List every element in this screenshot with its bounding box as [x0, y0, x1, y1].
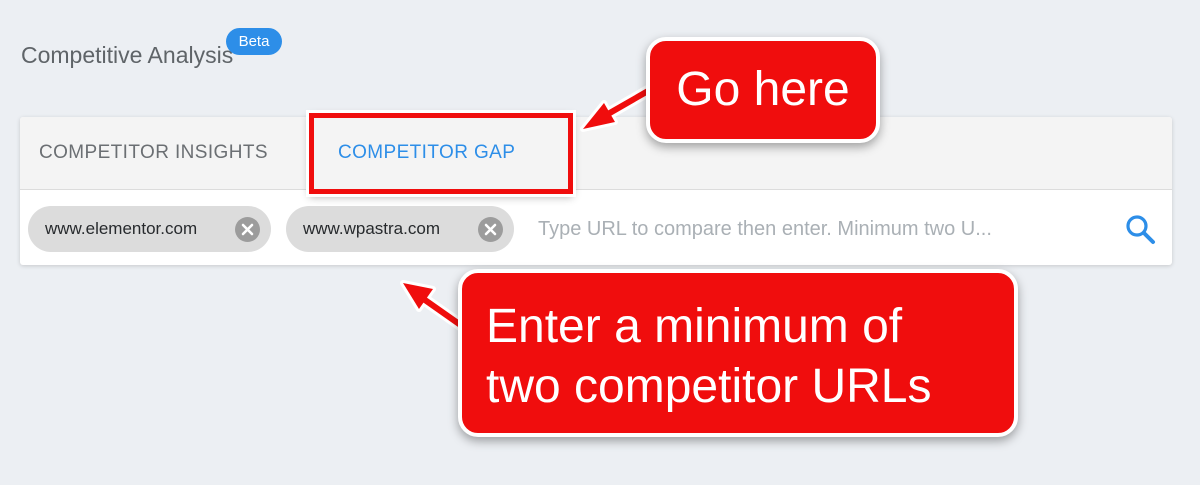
- go-here-callout: Go here: [646, 37, 880, 143]
- enter-urls-callout: Enter a minimum of two competitor URLs: [458, 269, 1018, 437]
- callout-text-line: two competitor URLs: [486, 360, 932, 413]
- callout-text-line: Enter a minimum of: [486, 300, 903, 353]
